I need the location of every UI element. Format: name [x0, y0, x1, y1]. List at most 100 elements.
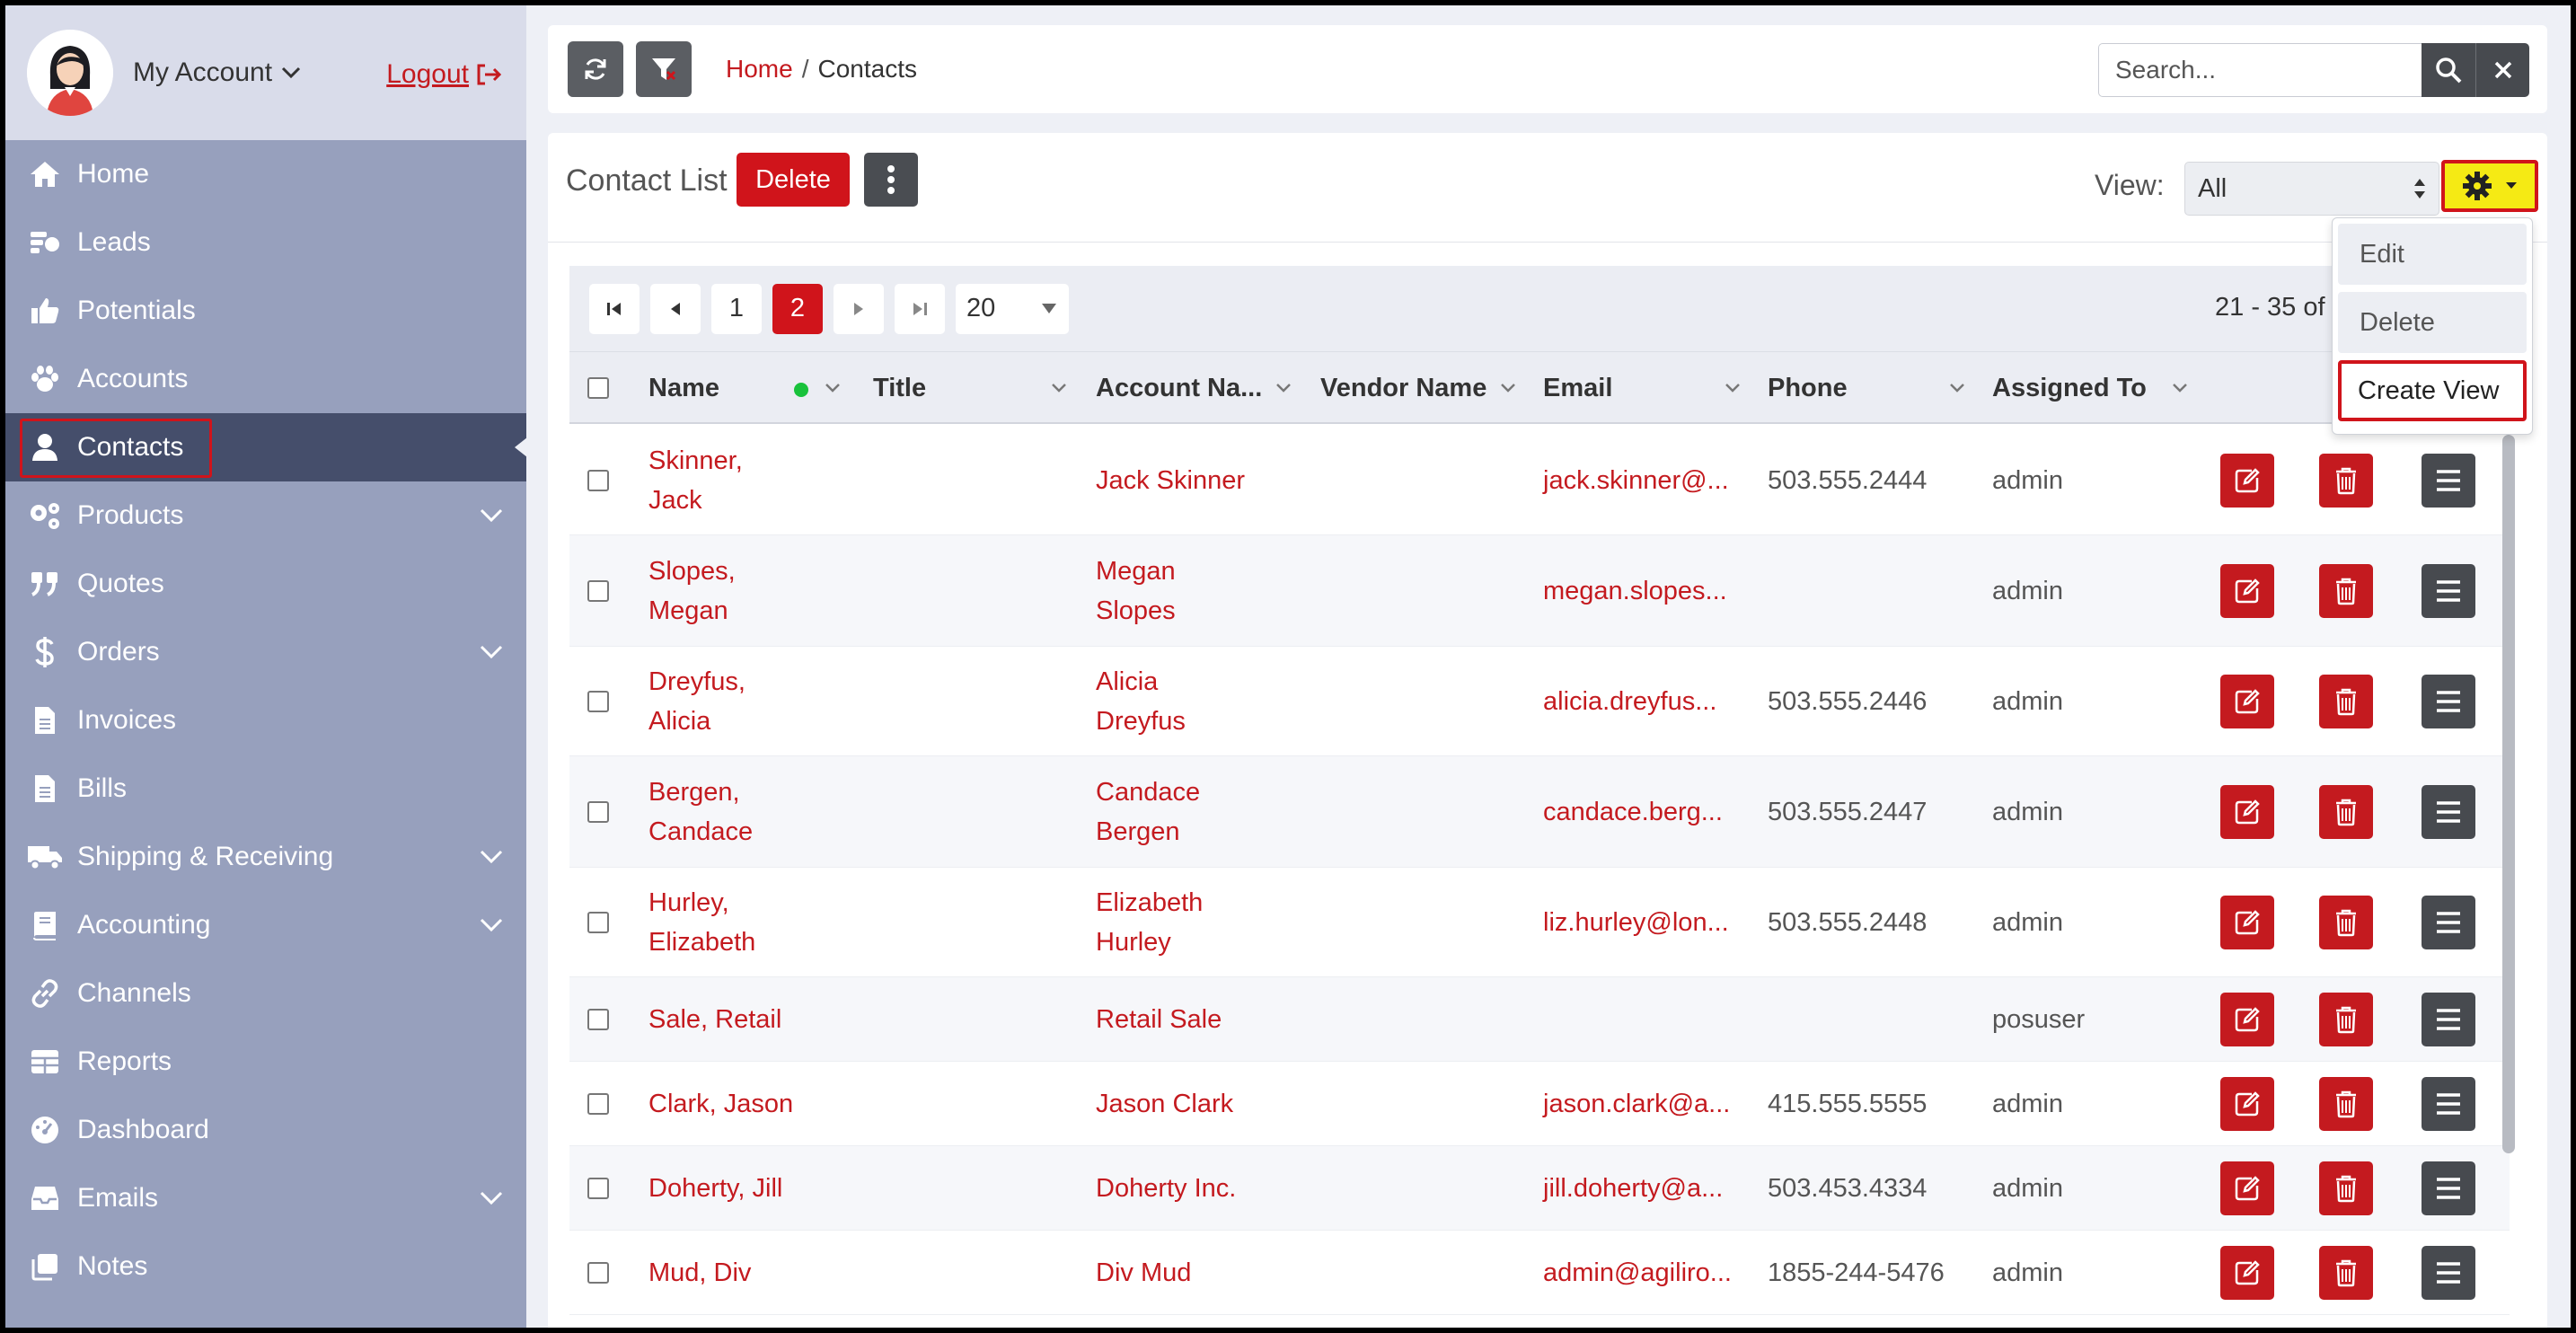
chevron-down-icon[interactable] [1500, 383, 1516, 393]
email-link[interactable]: admin@agiliro... [1543, 1253, 1732, 1293]
email-link[interactable]: megan.slopes... [1543, 571, 1727, 611]
sidebar-item-notes[interactable]: Notes [5, 1232, 526, 1301]
column-header-email[interactable]: Email [1543, 374, 1612, 403]
delete-row-button[interactable] [2319, 1246, 2373, 1300]
chevron-down-icon[interactable] [1275, 383, 1292, 393]
column-header-phone[interactable]: Phone [1768, 374, 1848, 403]
page-size-select[interactable]: 20 [956, 283, 1069, 334]
email-link[interactable]: candace.berg... [1543, 792, 1723, 832]
edit-row-button[interactable] [2220, 1161, 2274, 1215]
row-menu-button[interactable] [2422, 675, 2475, 728]
select-all-checkbox[interactable] [587, 377, 609, 399]
contact-name-link[interactable]: Dreyfus, Alicia [648, 662, 745, 741]
row-menu-button[interactable] [2422, 454, 2475, 508]
chevron-down-icon[interactable] [825, 383, 841, 393]
delete-view-menu-item[interactable]: Delete [2338, 292, 2527, 353]
edit-row-button[interactable] [2220, 675, 2274, 728]
sidebar-item-reports[interactable]: Reports [5, 1028, 526, 1096]
delete-row-button[interactable] [2319, 1161, 2373, 1215]
prev-page-button[interactable] [650, 283, 701, 334]
create-view-menu-item[interactable]: Create View [2338, 360, 2527, 421]
delete-row-button[interactable] [2319, 896, 2373, 949]
account-name-link[interactable]: Jason Clark [1096, 1084, 1233, 1124]
breadcrumb-home-link[interactable]: Home [726, 55, 793, 84]
last-page-button[interactable] [895, 283, 945, 334]
edit-row-button[interactable] [2220, 896, 2274, 949]
clear-search-button[interactable] [2475, 43, 2529, 97]
row-checkbox[interactable] [587, 691, 609, 712]
delete-row-button[interactable] [2319, 785, 2373, 839]
edit-row-button[interactable] [2220, 993, 2274, 1046]
more-actions-button[interactable] [864, 153, 918, 207]
sidebar-item-products[interactable]: Products [5, 481, 526, 550]
contact-name-link[interactable]: Slopes, Megan [648, 552, 736, 631]
view-settings-button[interactable] [2441, 160, 2538, 212]
row-menu-button[interactable] [2422, 785, 2475, 839]
row-menu-button[interactable] [2422, 896, 2475, 949]
contact-name-link[interactable]: Skinner, Jack [648, 441, 743, 520]
email-link[interactable]: alicia.dreyfus... [1543, 682, 1716, 721]
row-menu-button[interactable] [2422, 993, 2475, 1046]
sidebar-item-orders[interactable]: Orders [5, 618, 526, 686]
account-name-link[interactable]: Elizabeth Hurley [1096, 883, 1203, 962]
chevron-down-icon[interactable] [1725, 383, 1741, 393]
clear-filter-button[interactable] [636, 41, 692, 97]
contact-name-link[interactable]: Sale, Retail [648, 1000, 781, 1039]
email-link[interactable]: jill.doherty@a... [1543, 1169, 1723, 1208]
edit-row-button[interactable] [2220, 1246, 2274, 1300]
next-page-button[interactable] [834, 283, 884, 334]
sidebar-item-potentials[interactable]: Potentials [5, 277, 526, 345]
row-menu-button[interactable] [2422, 1077, 2475, 1131]
page-2-button[interactable]: 2 [772, 283, 823, 334]
edit-view-menu-item[interactable]: Edit [2338, 224, 2527, 285]
sidebar-item-quotes[interactable]: Quotes [5, 550, 526, 618]
sidebar-item-bills[interactable]: Bills [5, 755, 526, 823]
account-name-link[interactable]: Megan Slopes [1096, 552, 1176, 631]
contact-name-link[interactable]: Bergen, Candace [648, 772, 753, 852]
row-checkbox[interactable] [587, 1178, 609, 1199]
contact-name-link[interactable]: Mud, Div [648, 1253, 751, 1293]
sidebar-item-contacts[interactable]: Contacts [5, 413, 526, 481]
delete-row-button[interactable] [2319, 454, 2373, 508]
row-checkbox[interactable] [587, 1093, 609, 1115]
table-scrollbar[interactable] [2502, 435, 2515, 1153]
account-name-link[interactable]: Alicia Dreyfus [1096, 662, 1186, 741]
view-select[interactable]: All [2184, 162, 2439, 216]
email-link[interactable]: jack.skinner@... [1543, 461, 1729, 500]
contact-name-link[interactable]: Hurley, Elizabeth [648, 883, 755, 962]
account-name-link[interactable]: Doherty Inc. [1096, 1169, 1236, 1208]
chevron-down-icon[interactable] [1051, 383, 1067, 393]
row-checkbox[interactable] [587, 470, 609, 491]
account-name-link[interactable]: Jack Skinner [1096, 461, 1245, 500]
logout-link[interactable]: Logout [386, 59, 503, 90]
contact-name-link[interactable]: Doherty, Jill [648, 1169, 782, 1208]
edit-row-button[interactable] [2220, 1077, 2274, 1131]
row-checkbox[interactable] [587, 1009, 609, 1030]
chevron-down-icon[interactable] [2172, 383, 2188, 393]
column-header-account-name[interactable]: Account Na... [1096, 374, 1262, 403]
sidebar-item-emails[interactable]: Emails [5, 1164, 526, 1232]
sidebar-item-dashboard[interactable]: Dashboard [5, 1096, 526, 1164]
chevron-down-icon[interactable] [1949, 383, 1965, 393]
edit-row-button[interactable] [2220, 454, 2274, 508]
my-account-menu[interactable]: My Account [133, 57, 301, 88]
sidebar-item-accounts[interactable]: Accounts [5, 345, 526, 413]
contact-name-link[interactable]: Clark, Jason [648, 1084, 793, 1124]
search-input[interactable] [2098, 43, 2422, 97]
account-name-link[interactable]: Retail Sale [1096, 1000, 1222, 1039]
column-header-vendor-name[interactable]: Vendor Name [1320, 374, 1486, 403]
edit-row-button[interactable] [2220, 785, 2274, 839]
row-menu-button[interactable] [2422, 1246, 2475, 1300]
column-header-title[interactable]: Title [873, 374, 926, 403]
column-header-name[interactable]: Name [648, 374, 719, 403]
delete-row-button[interactable] [2319, 675, 2373, 728]
column-header-assigned-to[interactable]: Assigned To [1992, 374, 2147, 403]
row-checkbox[interactable] [587, 801, 609, 823]
sidebar-item-leads[interactable]: Leads [5, 208, 526, 277]
sidebar-item-accounting[interactable]: Accounting [5, 891, 526, 959]
delete-row-button[interactable] [2319, 564, 2373, 618]
edit-row-button[interactable] [2220, 564, 2274, 618]
row-menu-button[interactable] [2422, 1161, 2475, 1215]
account-name-link[interactable]: Div Mud [1096, 1253, 1191, 1293]
account-name-link[interactable]: Candace Bergen [1096, 772, 1200, 852]
